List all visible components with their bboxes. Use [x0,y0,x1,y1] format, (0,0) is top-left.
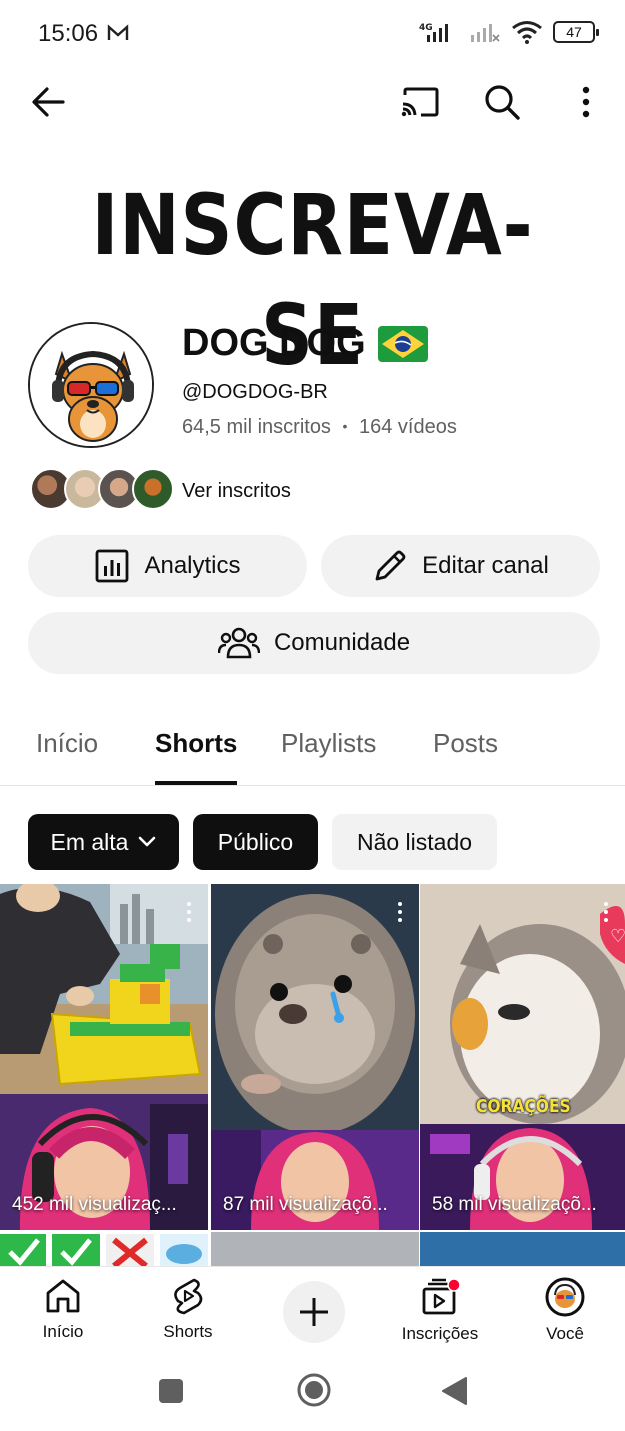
home-icon [46,1279,80,1313]
back-button[interactable] [24,78,72,126]
stats-separator: • [342,418,348,434]
svg-text:♡: ♡ [610,926,625,947]
short-overlay-caption: CORAÇÕES [476,1096,571,1117]
sort-chip-label: Em alta [50,828,129,855]
short-menu-icon[interactable] [603,902,609,926]
nav-shorts-label: Shorts [163,1322,213,1341]
tab-posts[interactable]: Posts [433,728,498,759]
nav-subscriptions[interactable]: Inscrições [385,1277,495,1344]
channel-tabs: Início Shorts Playlists Posts [0,710,625,786]
nav-shorts[interactable]: Shorts [133,1277,243,1342]
create-button[interactable] [283,1281,345,1343]
short-thumbnail[interactable]: ♡ CORAÇÕES 58 mil visualizaçõ... [420,884,625,1230]
sort-dropdown-chip[interactable]: Em alta [28,814,179,870]
more-vert-icon [582,86,590,118]
channel-handle: @DOGDOG-BR [182,381,328,403]
channel-name-text: DOG DOG [182,322,366,364]
shorts-grid: 452 mil visualizaç... 87 mil visualizaçõ… [0,884,625,1266]
unlisted-filter-chip[interactable]: Não listado [332,814,497,870]
analytics-button[interactable]: Analytics [28,535,307,597]
short-views: 87 mil visualizaçõ... [223,1194,388,1215]
unlisted-chip-label: Não listado [356,828,473,855]
short-views: 452 mil visualizaç... [12,1194,177,1215]
cast-button[interactable] [395,78,443,126]
wifi-icon [512,21,542,44]
tab-inicio[interactable]: Início [36,728,98,759]
active-tab-indicator [155,781,237,785]
lego-scene-image [0,884,208,1094]
arrow-left-icon [32,87,65,117]
plus-icon [300,1298,328,1326]
top-app-bar [0,72,625,132]
short-menu-icon[interactable] [186,902,192,926]
signal-2-icon [471,24,500,42]
short-thumbnail[interactable]: 87 mil visualizaçõ... [211,884,419,1230]
dog-avatar-image [30,324,152,446]
search-icon [485,85,520,120]
nav-you[interactable]: Você [510,1277,620,1344]
short-thumbnail-partial[interactable] [420,1232,625,1266]
nav-home[interactable]: Início [8,1277,118,1342]
battery-indicator: 47 [553,21,599,43]
brazil-flag-icon [377,325,428,362]
kitten-image: ♡ [420,884,625,1124]
otter-image [211,884,419,1130]
back-triangle-icon[interactable] [440,1376,468,1406]
notification-dot [447,1278,461,1292]
more-options-button[interactable] [562,78,610,126]
channel-name: DOG DOG [182,322,428,365]
status-time: 15:06 [38,20,99,47]
subscriber-count: 64,5 mil inscritos [182,416,331,438]
mail-icon [107,24,129,40]
profile-avatar [545,1277,585,1317]
tab-playlists[interactable]: Playlists [281,728,376,759]
short-thumbnail-partial[interactable] [0,1232,208,1266]
reaction-icons-image [0,1232,208,1266]
bottom-navigation: Início Shorts Inscrições Você [0,1266,625,1356]
signal-icon: 4G [419,23,448,42]
community-label: Comunidade [273,629,411,656]
cast-icon [401,87,439,117]
recent-apps-icon[interactable] [158,1378,184,1404]
edit-channel-label: Editar canal [422,552,549,579]
analytics-label: Analytics [144,552,241,579]
see-subscribers-link[interactable]: Ver inscritos [182,480,291,503]
subscriber-avatar [132,468,174,510]
short-menu-icon[interactable] [397,902,403,926]
search-button[interactable] [478,78,526,126]
nav-subscriptions-label: Inscrições [401,1324,479,1343]
edit-channel-button[interactable]: Editar canal [321,535,600,597]
channel-stats: 64,5 mil inscritos • 164 vídeos [182,416,457,439]
pencil-icon [375,550,406,581]
home-circle-icon[interactable] [296,1372,332,1408]
subscriber-avatars[interactable] [30,468,174,510]
svg-text:4G: 4G [419,23,433,33]
system-navigation-bar [0,1356,625,1431]
public-filter-chip[interactable]: Público [193,814,318,870]
community-button[interactable]: Comunidade [28,612,600,674]
status-bar: 15:06 4G 47 [0,0,625,68]
status-indicators: 4G 47 [419,20,599,44]
community-icon [217,627,260,659]
short-thumbnail-partial[interactable] [211,1232,419,1266]
short-views: 58 mil visualizaçõ... [432,1194,597,1215]
public-chip-label: Público [217,828,294,855]
short-thumbnail[interactable]: 452 mil visualizaç... [0,884,208,1230]
video-count: 164 vídeos [358,416,457,438]
tab-shorts[interactable]: Shorts [155,728,237,759]
analytics-icon [96,549,129,583]
channel-avatar[interactable] [28,322,154,448]
shorts-icon [174,1278,203,1315]
chevron-down-icon [139,836,156,847]
nav-you-label: Você [546,1324,584,1343]
nav-home-label: Início [42,1322,84,1341]
subscriptions-icon [422,1278,461,1315]
